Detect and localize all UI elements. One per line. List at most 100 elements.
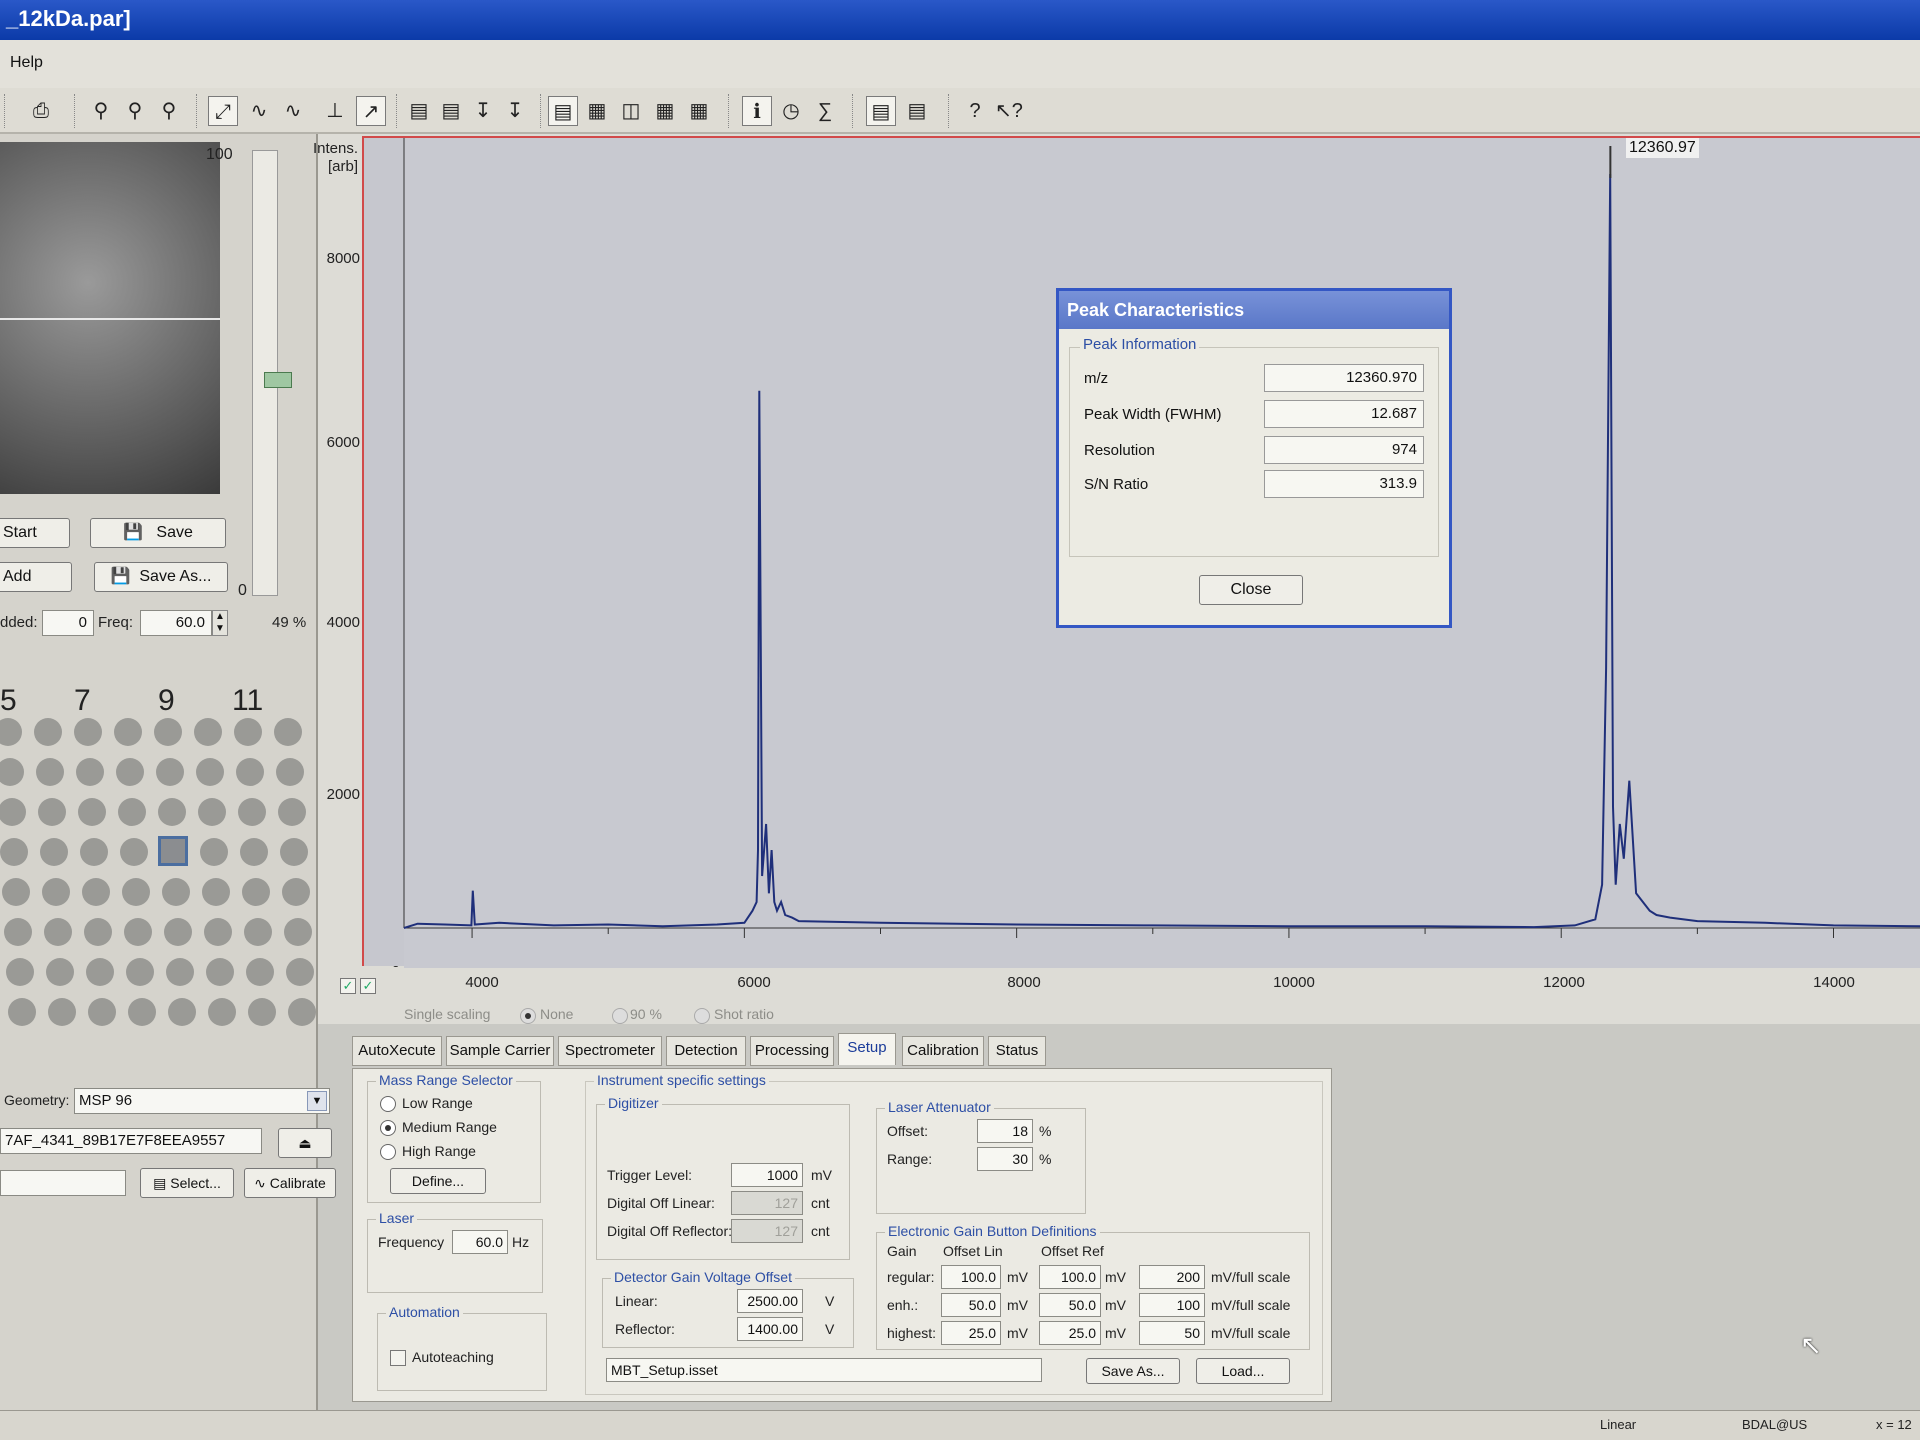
freq-field[interactable]: 60.0 — [140, 610, 212, 636]
bar-spectrum-icon[interactable]: ▤ — [404, 96, 434, 126]
plate-well[interactable] — [0, 838, 28, 866]
plate-well[interactable] — [44, 918, 72, 946]
high-range-radio[interactable] — [380, 1144, 396, 1160]
added-field[interactable]: 0 — [42, 610, 94, 636]
plate-well[interactable] — [86, 958, 114, 986]
empty-field[interactable] — [0, 1170, 126, 1196]
plate-well[interactable] — [162, 878, 190, 906]
setup-save-as-button[interactable]: Save As... — [1086, 1358, 1180, 1384]
tab-setup[interactable]: Setup — [838, 1033, 896, 1065]
plate-well[interactable] — [8, 998, 36, 1026]
gain-row-lin-field[interactable]: 25.0 — [941, 1321, 1001, 1345]
selected-well[interactable] — [158, 836, 188, 866]
plate-well[interactable] — [244, 918, 272, 946]
plate-well[interactable] — [198, 798, 226, 826]
bar-spectrum-2-icon[interactable]: ▤ — [436, 96, 466, 126]
plate-well[interactable] — [168, 998, 196, 1026]
plate-well[interactable] — [34, 718, 62, 746]
plate-well[interactable] — [282, 878, 310, 906]
layout-5-icon[interactable]: ▦ — [684, 96, 714, 126]
window-2-icon[interactable]: ▤ — [902, 96, 932, 126]
plate-well[interactable] — [238, 798, 266, 826]
tab-status[interactable]: Status — [988, 1036, 1046, 1066]
plate-well[interactable] — [234, 718, 262, 746]
gain-row-ref-field[interactable]: 50.0 — [1039, 1293, 1101, 1317]
brightness-slider-thumb[interactable] — [264, 372, 292, 388]
plate-well[interactable] — [158, 798, 186, 826]
trigger-level-field[interactable]: 1000 — [731, 1163, 803, 1187]
arrow-down-2-icon[interactable]: ↧ — [500, 96, 530, 126]
plate-well[interactable] — [82, 878, 110, 906]
plate-well[interactable] — [116, 758, 144, 786]
tab-sample-carrier[interactable]: Sample Carrier — [446, 1036, 554, 1066]
dialog-title[interactable]: Peak Characteristics — [1059, 291, 1449, 329]
plate-well[interactable] — [204, 918, 232, 946]
stats-icon[interactable]: ∑ — [810, 96, 840, 126]
chevron-down-icon[interactable]: ▼ — [307, 1091, 327, 1111]
plate-well[interactable] — [240, 838, 268, 866]
plate-well[interactable] — [36, 758, 64, 786]
gain-row-scale-field[interactable]: 200 — [1139, 1265, 1205, 1289]
plate-well[interactable] — [114, 718, 142, 746]
plate-id-field[interactable]: 7AF_4341_89B17E7F8EEA9557 — [0, 1128, 262, 1154]
plate-well[interactable] — [276, 758, 304, 786]
plate-well[interactable] — [40, 838, 68, 866]
plate-well[interactable] — [126, 958, 154, 986]
save-as-button[interactable]: 💾 Save As... — [94, 562, 228, 592]
plate-well[interactable] — [248, 998, 276, 1026]
plate-well[interactable] — [164, 918, 192, 946]
scaling-shot-radio[interactable] — [694, 1008, 710, 1024]
checkbox-1[interactable]: ✓ — [340, 978, 356, 994]
help-icon[interactable]: ? — [960, 96, 990, 126]
freq-spinner[interactable]: ▲ ▼ — [212, 610, 228, 636]
plate-well[interactable] — [194, 718, 222, 746]
zoom-reset-icon[interactable]: ⚲ — [154, 96, 184, 126]
tab-processing[interactable]: Processing — [750, 1036, 834, 1066]
layout-1-icon[interactable]: ▤ — [548, 96, 578, 126]
arrow-down-icon[interactable]: ↧ — [468, 96, 498, 126]
peak-pick-3-icon[interactable]: ∿ — [278, 96, 308, 126]
plate-well[interactable] — [278, 798, 306, 826]
tab-spectrometer[interactable]: Spectrometer — [558, 1036, 662, 1066]
tab-detection[interactable]: Detection — [666, 1036, 746, 1066]
plate-well[interactable] — [284, 918, 312, 946]
low-range-radio[interactable] — [380, 1096, 396, 1112]
save-button[interactable]: 💾 Save — [90, 518, 226, 548]
reflector-field[interactable]: 1400.00 — [737, 1317, 803, 1341]
plate-well[interactable] — [84, 918, 112, 946]
plate-well[interactable] — [246, 958, 274, 986]
setup-load-button[interactable]: Load... — [1196, 1358, 1290, 1384]
plate-well[interactable] — [78, 798, 106, 826]
gain-row-scale-field[interactable]: 50 — [1139, 1321, 1205, 1345]
geometry-select[interactable]: MSP 96 ▼ — [74, 1088, 330, 1114]
linear-field[interactable]: 2500.00 — [737, 1289, 803, 1313]
gain-row-scale-field[interactable]: 100 — [1139, 1293, 1205, 1317]
select-button[interactable]: ▤ Select... — [140, 1168, 234, 1198]
spin-down-icon[interactable]: ▼ — [215, 623, 225, 634]
zoom-x-icon[interactable]: ⚲ — [86, 96, 116, 126]
plate-well[interactable] — [196, 758, 224, 786]
gain-row-ref-field[interactable]: 25.0 — [1039, 1321, 1101, 1345]
checkbox-2[interactable]: ✓ — [360, 978, 376, 994]
peak-pick-2-icon[interactable]: ∿ — [244, 96, 274, 126]
define-button[interactable]: Define... — [390, 1168, 486, 1194]
plate-well[interactable] — [80, 838, 108, 866]
plate-well[interactable] — [76, 758, 104, 786]
calibrate-button[interactable]: ∿ Calibrate — [244, 1168, 336, 1198]
plate-well[interactable] — [122, 878, 150, 906]
layout-4-icon[interactable]: ▦ — [650, 96, 680, 126]
start-button[interactable]: Start — [0, 518, 70, 548]
info-icon[interactable]: ℹ — [742, 96, 772, 126]
plate-well[interactable] — [200, 838, 228, 866]
gain-row-lin-field[interactable]: 50.0 — [941, 1293, 1001, 1317]
medium-range-radio[interactable] — [380, 1120, 396, 1136]
plate-well[interactable] — [38, 798, 66, 826]
plate-well[interactable] — [286, 958, 314, 986]
context-help-icon[interactable]: ↖? — [994, 96, 1024, 126]
menu-help[interactable]: Help — [10, 54, 43, 72]
autoteaching-checkbox[interactable] — [390, 1350, 406, 1366]
plate-well[interactable] — [42, 878, 70, 906]
plate-well[interactable] — [242, 878, 270, 906]
add-button[interactable]: Add — [0, 562, 72, 592]
plate-well[interactable] — [88, 998, 116, 1026]
